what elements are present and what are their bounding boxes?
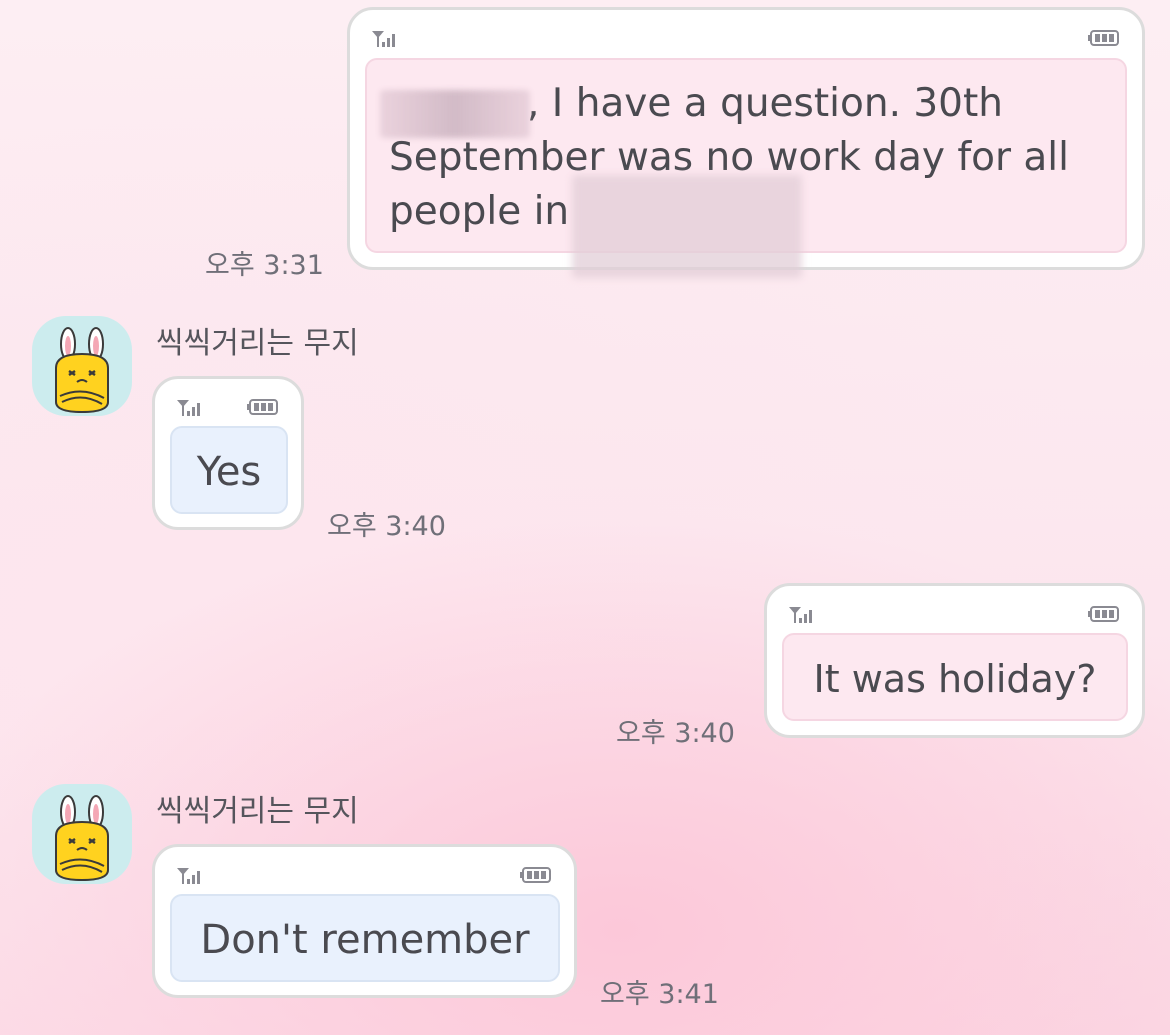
message-time: 오후 3:40 [616, 718, 735, 749]
message-screen: Yes [170, 426, 288, 514]
contact-avatar[interactable] [32, 316, 132, 416]
message-screen: It was holiday? [782, 633, 1128, 721]
message-text: Don't remember [200, 917, 530, 963]
message-time: 오후 3:31 [205, 250, 324, 281]
message-text: It was holiday? [813, 657, 1097, 701]
rabbit-avatar-icon [55, 327, 109, 414]
redacted-location [572, 175, 802, 278]
sender-name: 씩씩거리는 무지 [156, 794, 359, 829]
sender-name: 씩씩거리는 무지 [156, 326, 359, 361]
battery-icon [1088, 30, 1119, 46]
message-time: 오후 3:41 [600, 979, 719, 1010]
signal-icon [372, 31, 395, 47]
rabbit-avatar-icon [55, 795, 109, 882]
signal-icon [177, 868, 200, 884]
contact-avatar[interactable] [32, 784, 132, 884]
message-text: Yes [196, 449, 262, 495]
signal-icon [177, 400, 200, 416]
received-message-bubble[interactable]: Yes [152, 376, 304, 530]
redacted-name [380, 90, 530, 138]
signal-icon [789, 607, 812, 623]
battery-icon [247, 399, 278, 415]
received-message-bubble[interactable]: Don't remember [152, 844, 577, 998]
message-screen: Don't remember [170, 894, 560, 982]
battery-icon [1088, 606, 1119, 622]
battery-icon [520, 867, 551, 883]
sent-message-bubble[interactable]: It was holiday? [764, 583, 1145, 738]
sent-message-bubble[interactable]: , I have a question. 30th September was … [347, 7, 1145, 278]
chat-area[interactable]: , I have a question. 30th September was … [0, 0, 1170, 1035]
message-time: 오후 3:40 [327, 511, 446, 542]
